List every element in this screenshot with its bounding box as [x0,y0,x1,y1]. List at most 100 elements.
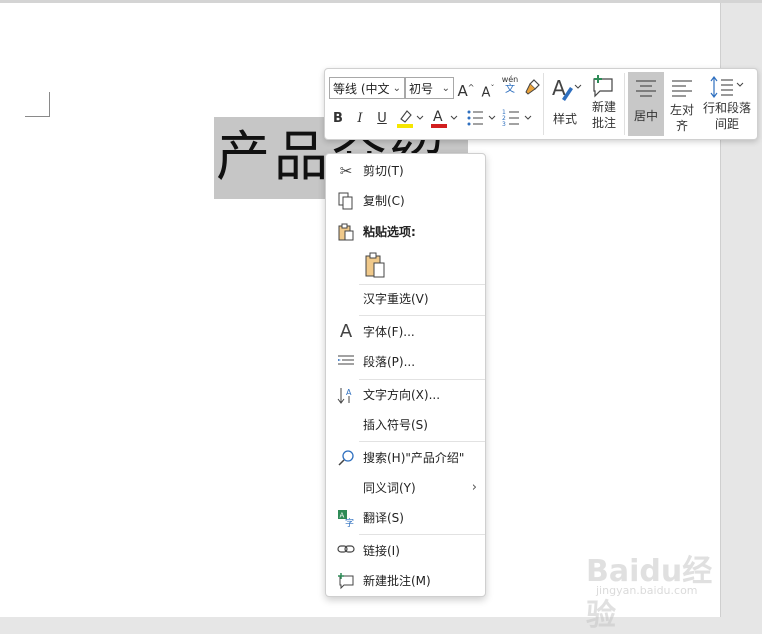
margin-corner-mark [25,92,50,117]
menu-separator [359,379,485,380]
menu-item-label: 文字方向(X)... [363,388,441,402]
center-align-label: 居中 [633,109,658,123]
menu-item-translate[interactable]: A字 翻译(S) [326,504,485,532]
new-comment-label-1: 新建 [591,100,616,114]
scissors-icon: ✂ [339,162,353,180]
menu-item-link[interactable]: 链接(I) [326,537,485,565]
phonetic-guide-button[interactable]: wén 文 [500,75,520,96]
menu-item-label: 插入符号(S) [363,418,428,432]
baidu-watermark: Baidu经验 jingyan.baidu.com [582,540,722,633]
menu-item-label: 搜索(H)"产品介绍" [363,451,465,465]
svg-text:3: 3 [502,121,506,128]
font-color-button[interactable]: A [429,107,459,136]
menu-item-paragraph[interactable]: 段落(P)... [326,348,485,376]
menu-separator [359,441,485,442]
new-comment-label-2: 批注 [591,116,616,130]
align-left-icon [672,80,692,97]
left-align-label-1: 左对 [669,103,694,117]
menu-item-label: 剪切(T) [363,164,404,178]
chevron-down-icon: ⌄ [441,83,450,94]
phonetic-top-text: wén [501,75,519,84]
svg-text:A: A [433,109,443,125]
underline-icon: U [377,111,387,126]
translate-icon: A字 [336,509,356,529]
spacing-label-1: 行和段落 [702,101,751,115]
chevron-right-icon: › [471,480,477,495]
new-comment-icon [593,75,613,98]
highlighter-icon [397,110,424,128]
menu-item-label: 新建批注(M) [363,574,431,588]
context-menu: ✂ 剪切(T) 复制(C) 粘贴选项: 汉字重选(V) A 字体(F)... 段… [325,153,486,597]
svg-text:A: A [340,512,345,520]
watermark-url: jingyan.baidu.com [596,584,698,597]
left-align-button[interactable]: 左对 齐 [666,72,698,136]
menu-item-label: 翻译(S) [363,511,404,525]
menu-item-label: 汉字重选(V) [363,292,429,306]
paragraph-icon [336,353,356,371]
text-direction-icon: A [336,386,356,404]
phonetic-bottom-text: 文 [505,84,515,95]
menu-item-paste-options: 粘贴选项: [326,218,485,246]
menu-separator [359,534,485,535]
svg-text:A: A [346,388,352,397]
menu-item-label: 复制(C) [363,194,405,208]
toolbar-separator [543,73,544,135]
format-painter-button[interactable] [523,78,543,103]
svg-text:字: 字 [345,517,354,527]
menu-item-label: 链接(I) [363,544,400,558]
menu-item-reconvert[interactable]: 汉字重选(V) [326,285,485,313]
toolbar-separator [624,73,625,135]
menu-item-synonyms[interactable]: 同义词(Y) › [326,474,485,502]
menu-item-search[interactable]: 搜索(H)"产品介绍" [326,444,485,472]
spacing-label-2: 间距 [714,117,739,131]
numbering-button[interactable]: 1 2 3 [501,107,533,136]
new-comment-button[interactable]: 新建 批注 [587,73,621,135]
menu-item-new-comment[interactable]: 新建批注(M) [326,567,485,595]
numbered-list-icon: 1 2 3 [502,109,532,128]
highlight-color-button[interactable] [395,107,425,136]
bullets-button[interactable] [465,107,497,136]
menu-item-cut[interactable]: ✂ 剪切(T) [326,157,485,185]
line-spacing-icon [710,76,744,98]
menu-item-insert-symbol[interactable]: 插入符号(S) [326,411,485,439]
center-align-button[interactable]: 居中 [628,72,664,136]
menu-item-label: 粘贴选项: [363,225,416,239]
styles-icon: A [552,76,582,101]
menu-item-text-direction[interactable]: A 文字方向(X)... [326,381,485,409]
clipboard-icon [336,223,356,241]
copy-icon [336,192,356,210]
italic-icon: I [357,111,363,126]
grow-font-button[interactable]: A^ [457,78,475,101]
format-painter-icon [525,79,540,95]
grow-font-icon: A [457,82,468,100]
chevron-down-icon: ⌄ [392,83,401,94]
italic-button[interactable]: I [351,109,369,129]
menu-item-label: 字体(F)... [363,325,415,339]
search-icon [336,449,356,467]
menu-item-label: 同义词(Y) [363,481,416,495]
mini-toolbar: 等线 (中文 ⌄ 初号 ⌄ A^ Aˇ wén 文 B I U A 1 2 3 … [324,68,758,140]
font-name-value: 等线 (中文 [333,82,390,96]
comment-icon [336,572,356,590]
underline-button[interactable]: U [373,109,391,129]
bold-icon: B [333,111,343,126]
menu-item-font[interactable]: A 字体(F)... [326,318,485,346]
align-center-icon [636,80,656,97]
font-size-dropdown[interactable]: 初号 ⌄ [405,77,454,99]
font-a-icon: A [339,321,353,342]
link-icon [336,542,356,560]
left-align-label-2: 齐 [675,119,688,133]
font-size-value: 初号 [409,82,434,96]
shrink-font-button[interactable]: Aˇ [479,79,497,103]
styles-button[interactable]: A 样式 [547,75,583,135]
line-spacing-button[interactable]: 行和段落 间距 [701,72,753,136]
menu-item-copy[interactable]: 复制(C) [326,187,485,215]
paste-keep-text-button[interactable] [360,250,390,282]
font-color-icon: A [431,109,458,128]
styles-label: 样式 [552,112,577,126]
bullet-list-icon [467,110,496,126]
bold-button[interactable]: B [329,109,347,129]
font-name-dropdown[interactable]: 等线 (中文 ⌄ [329,77,405,99]
menu-item-label: 段落(P)... [363,355,416,369]
paste-clipboard-icon [365,252,385,278]
